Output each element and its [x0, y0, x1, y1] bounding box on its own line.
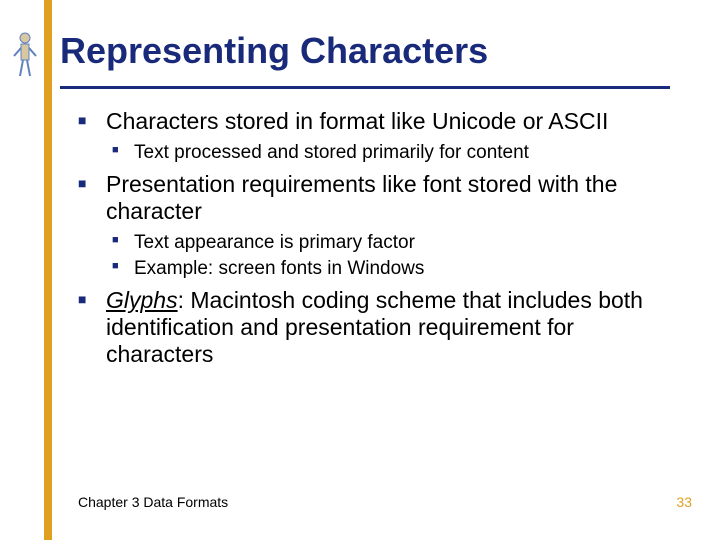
sub-bullet-item: Text appearance is primary factor — [112, 231, 668, 255]
vertical-accent-bar — [44, 0, 52, 540]
glyphs-term: Glyphs — [106, 287, 178, 313]
sub-bullet-text: Example: screen fonts in Windows — [134, 258, 424, 279]
slide: Representing Characters Characters store… — [0, 0, 720, 540]
character-icon — [10, 30, 40, 80]
bullet-text: Presentation requirements like font stor… — [106, 171, 617, 224]
sub-bullet-item: Example: screen fonts in Windows — [112, 257, 668, 281]
sub-bullet-text: Text processed and stored primarily for … — [134, 142, 529, 163]
slide-title: Representing Characters — [60, 30, 488, 72]
sub-bullet-item: Text processed and stored primarily for … — [112, 141, 668, 165]
title-underline — [60, 86, 670, 89]
footer-chapter: Chapter 3 Data Formats — [78, 494, 228, 510]
footer-page-number: 33 — [676, 494, 692, 510]
bullet-item: Glyphs: Macintosh coding scheme that inc… — [78, 287, 668, 368]
bullet-text: Characters stored in format like Unicode… — [106, 108, 608, 134]
bullet-item: Presentation requirements like font stor… — [78, 171, 668, 281]
bullet-item: Characters stored in format like Unicode… — [78, 108, 668, 165]
sub-bullet-text: Text appearance is primary factor — [134, 232, 415, 253]
content-area: Characters stored in format like Unicode… — [78, 108, 668, 374]
bullet-text-rest: : Macintosh coding scheme that includes … — [106, 287, 643, 367]
